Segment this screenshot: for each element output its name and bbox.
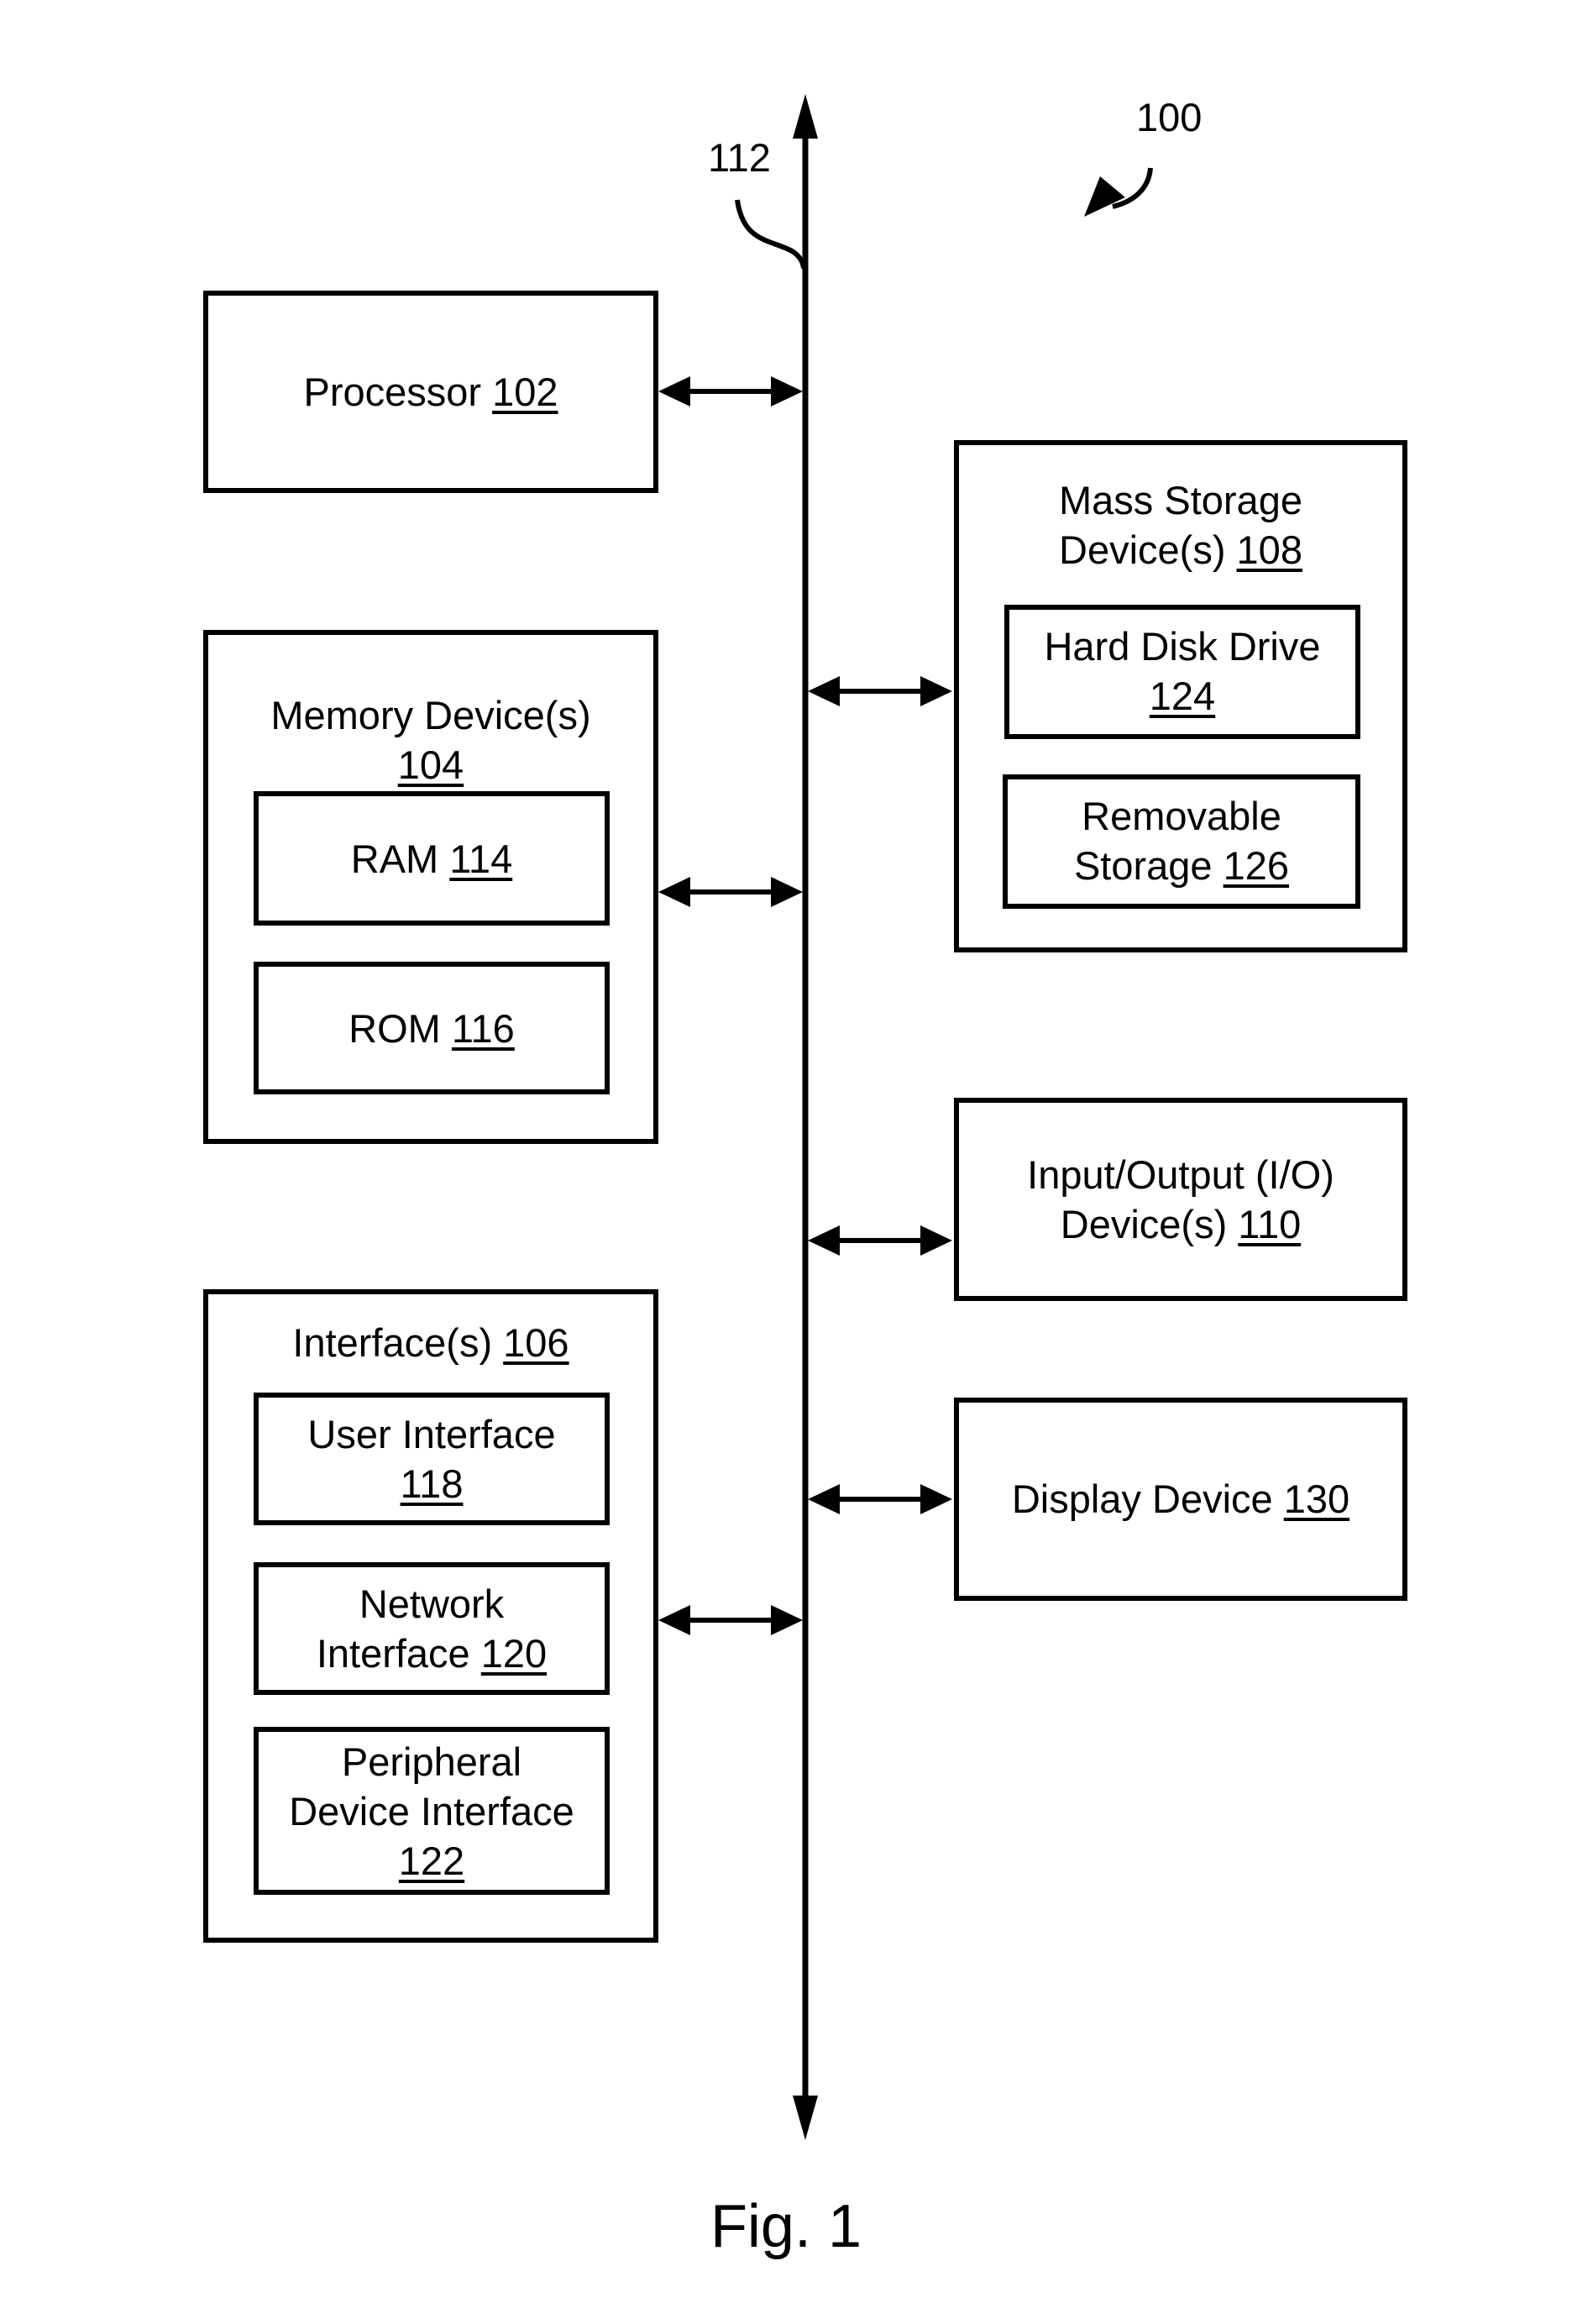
connector-display — [808, 1484, 952, 1514]
mass-storage-label: Mass Storage — [1059, 478, 1302, 522]
rom-label: ROM 116 — [348, 1006, 515, 1051]
interfaces-label: Interface(s) 106 — [292, 1320, 569, 1365]
network-interface-block: Network Interface 120 — [254, 1562, 610, 1695]
connector-memory — [658, 877, 803, 907]
system-ref-arrow-icon — [1084, 167, 1153, 217]
mass-storage-block: Mass Storage Device(s) 108 Hard Disk Dri… — [954, 440, 1407, 952]
memory-ref: 104 — [397, 742, 464, 787]
connector-interfaces — [658, 1605, 803, 1635]
bus-ref-leader — [735, 199, 806, 270]
connector-io — [808, 1225, 952, 1256]
peripheral-interface-block: Peripheral Device Interface 122 — [254, 1727, 610, 1895]
display-block: Display Device 130 — [954, 1398, 1407, 1601]
system-bus — [793, 94, 818, 2140]
ram-label: RAM 114 — [350, 837, 513, 881]
io-block: Input/Output (I/O) Device(s) 110 — [954, 1098, 1407, 1301]
network-interface-label: Network — [359, 1582, 505, 1626]
processor-label: Processor 102 — [303, 370, 558, 414]
bus-ref-label: 112 — [708, 135, 771, 180]
user-interface-block: User Interface 118 — [254, 1393, 610, 1525]
processor-block: Processor 102 — [203, 291, 658, 493]
figure-caption: Fig. 1 — [710, 2193, 862, 2260]
display-label: Display Device 130 — [1011, 1477, 1350, 1521]
io-label: Input/Output (I/O) — [1027, 1152, 1334, 1197]
ram-block: RAM 114 — [254, 791, 610, 926]
hard-disk-drive-label: Hard Disk Drive — [1044, 624, 1321, 669]
removable-storage-label: Removable — [1082, 794, 1281, 838]
hard-disk-drive-block: Hard Disk Drive 124 — [1004, 605, 1360, 739]
memory-label: Memory Device(s) — [270, 693, 591, 737]
peripheral-interface-label: Peripheral — [341, 1739, 522, 1784]
rom-block: ROM 116 — [254, 962, 610, 1094]
system-ref-label: 100 — [1136, 95, 1203, 139]
memory-block: Memory Device(s) 104 RAM 114 ROM 116 — [203, 630, 658, 1144]
connector-mass-storage — [808, 676, 952, 706]
connector-processor — [658, 376, 803, 407]
bus-arrow-up-icon — [793, 94, 818, 139]
bus-arrow-down-icon — [793, 2096, 818, 2140]
user-interface-label: User Interface — [307, 1412, 556, 1456]
removable-storage-block: Removable Storage 126 — [1003, 774, 1360, 909]
interfaces-block: Interface(s) 106 User Interface 118 Netw… — [203, 1289, 658, 1943]
